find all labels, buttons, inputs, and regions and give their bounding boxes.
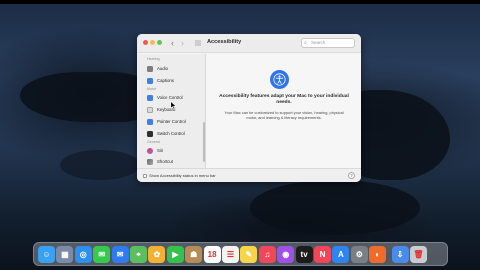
wallpaper-island [60, 150, 140, 180]
system-preferences-dock-icon[interactable]: ⚙ [350, 246, 368, 263]
main-pane: Accessibility features adapt your Mac to… [207, 54, 361, 168]
dock: ☺ ▦ ◎ ✉ ✉ ⌖ ✿ ▶ ☗ 18 ☰ ✎ ♫ ◉ tv N A ⚙ ◐ ⇩ 🗑 [33, 242, 448, 266]
zoom-button[interactable] [157, 40, 162, 45]
trash-dock-icon[interactable]: 🗑 [410, 246, 427, 263]
section-general: General [147, 140, 160, 144]
shortcut-icon [147, 158, 153, 165]
maps-dock-icon[interactable]: ⌖ [130, 246, 147, 263]
show-all-grid-icon[interactable] [195, 40, 201, 46]
search-placeholder: Search [311, 40, 326, 45]
sidebar-item-audio[interactable]: Audio [145, 64, 203, 73]
firefox-dock-icon[interactable]: ◐ [369, 246, 387, 263]
wallpaper-island [20, 72, 150, 122]
window-title: Accessibility [207, 39, 242, 45]
messages-dock-icon[interactable]: ✉ [93, 246, 111, 263]
sidebar-item-shortcut[interactable]: Shortcut [145, 157, 203, 166]
footer-bar: Show Accessibility status in menu bar ? [137, 168, 361, 182]
sidebar-item-label: Pointer Control [157, 119, 186, 124]
help-button[interactable]: ? [348, 172, 355, 179]
close-button[interactable] [143, 40, 148, 45]
mouse-pointer-icon [170, 101, 177, 110]
launchpad-dock-icon[interactable]: ▦ [56, 246, 74, 263]
sidebar-item-label: Audio [157, 66, 168, 71]
title-bar: ‹ › Accessibility ⌕ Search [137, 34, 361, 53]
calendar-dock-icon[interactable]: 18 [203, 246, 221, 263]
keyboard-icon [147, 106, 153, 113]
menu-bar-status-label: Show Accessibility status in menu bar [149, 173, 216, 178]
podcasts-dock-icon[interactable]: ◉ [277, 246, 295, 263]
sidebar: Hearing Audio Captions Motor Voice Contr… [137, 54, 206, 168]
news-dock-icon[interactable]: N [314, 246, 331, 263]
downloads-dock-icon[interactable]: ⇩ [391, 246, 409, 263]
sidebar-item-label: Shortcut [157, 159, 174, 164]
sidebar-item-label: Captions [157, 78, 174, 83]
accessibility-figure-icon [273, 73, 286, 86]
sidebar-item-label: Switch Control [157, 131, 185, 136]
voice-control-icon [147, 94, 153, 101]
reminders-dock-icon[interactable]: ☰ [222, 246, 239, 263]
intro-description: Your Mac can be customized to support yo… [224, 110, 344, 120]
contacts-dock-icon[interactable]: ☗ [185, 246, 203, 263]
intro-headline: Accessibility features adapt your Mac to… [219, 94, 349, 105]
wallpaper-island [250, 180, 420, 235]
section-hearing: Hearing [147, 57, 160, 61]
search-field[interactable]: ⌕ Search [301, 38, 355, 48]
safari-dock-icon[interactable]: ◎ [74, 246, 92, 263]
pointer-control-icon [147, 118, 153, 125]
accessibility-icon [270, 70, 289, 89]
menu-bar [0, 0, 480, 4]
sidebar-item-switch-control[interactable]: Switch Control [145, 129, 203, 138]
sidebar-item-pointer-control[interactable]: Pointer Control [145, 117, 203, 126]
siri-icon [147, 147, 153, 154]
photos-dock-icon[interactable]: ✿ [148, 246, 166, 263]
apple-tv-dock-icon[interactable]: tv [295, 246, 313, 263]
back-button[interactable]: ‹ [171, 37, 174, 49]
sidebar-item-label: Siri [157, 148, 164, 153]
audio-icon [147, 65, 153, 72]
sidebar-item-siri[interactable]: Siri [145, 146, 203, 155]
notes-dock-icon[interactable]: ✎ [240, 246, 258, 263]
search-icon: ⌕ [304, 40, 307, 46]
sidebar-item-captions[interactable]: Captions [145, 76, 203, 85]
section-motor: Motor [147, 87, 157, 91]
facetime-dock-icon[interactable]: ▶ [166, 246, 184, 263]
switch-control-icon [147, 130, 153, 137]
sidebar-scrollbar[interactable] [203, 122, 205, 162]
app-store-dock-icon[interactable]: A [332, 246, 350, 263]
captions-icon [147, 77, 153, 84]
finder-dock-icon[interactable]: ☺ [38, 246, 55, 263]
music-dock-icon[interactable]: ♫ [258, 246, 276, 263]
minimize-button[interactable] [150, 40, 155, 45]
forward-button[interactable]: › [181, 37, 184, 49]
menu-bar-status-checkbox[interactable] [143, 173, 147, 178]
mail-dock-icon[interactable]: ✉ [111, 246, 129, 263]
sidebar-item-label: Voice Control [157, 95, 183, 100]
